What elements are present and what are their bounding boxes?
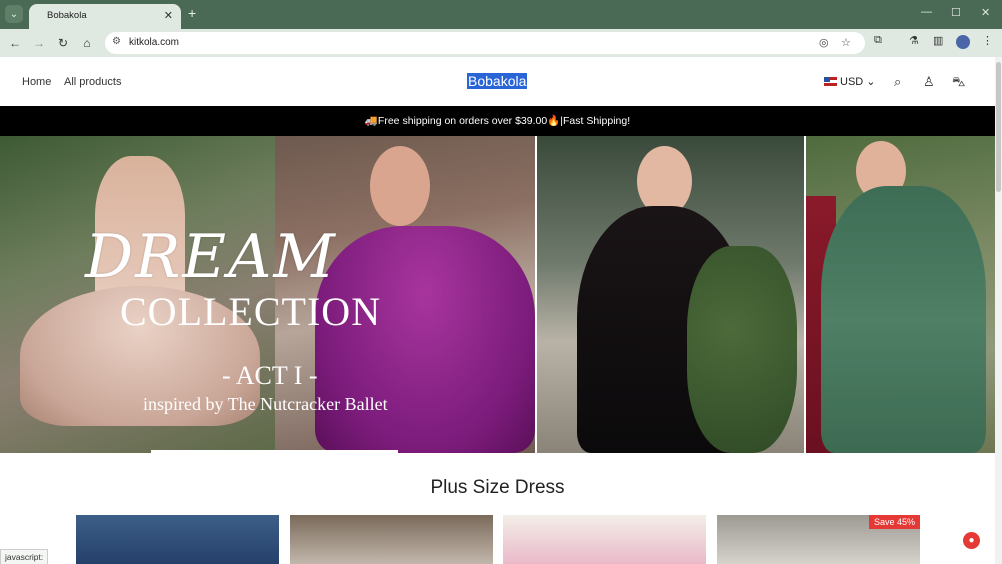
- home-icon[interactable]: ⌂: [78, 34, 96, 52]
- reload-icon[interactable]: ↻: [54, 34, 72, 52]
- announcement-bar[interactable]: 🚚Free shipping on orders over $39.00🔥|Fa…: [0, 106, 995, 136]
- page-scrollbar[interactable]: [995, 57, 1002, 564]
- site-info-icon[interactable]: ⚙: [112, 36, 121, 47]
- hero-photo-black-dress: [537, 136, 804, 453]
- url-text[interactable]: kitkola.com: [129, 37, 179, 48]
- close-icon[interactable]: ✕: [164, 9, 173, 22]
- hero-act-label: - ACT I -: [222, 361, 318, 390]
- profile-avatar[interactable]: [956, 35, 970, 49]
- cart-icon[interactable]: ⛍: [952, 74, 965, 92]
- eye-off-icon[interactable]: ◎: [819, 36, 829, 49]
- search-icon[interactable]: ⌕: [894, 74, 901, 90]
- minimize-icon[interactable]: —: [921, 6, 932, 18]
- extensions-icon[interactable]: ⧉: [874, 34, 882, 47]
- forward-icon[interactable]: →: [30, 34, 48, 52]
- hero-title: DREAM: [85, 222, 337, 292]
- product-card[interactable]: [503, 515, 706, 564]
- store-header: Home All products Bobakola USD ⌄ ⌕ ♙ ⛍: [0, 57, 995, 106]
- star-icon[interactable]: ☆: [841, 36, 851, 49]
- browser-tab[interactable]: Bobakola ✕: [29, 4, 181, 29]
- us-flag-icon: [824, 77, 837, 86]
- maximize-icon[interactable]: ☐: [951, 6, 961, 19]
- product-card[interactable]: Save 45%: [717, 515, 920, 564]
- status-bar: javascript:: [0, 549, 49, 564]
- hero-subtitle: inspired by The Nutcracker Ballet: [143, 394, 388, 414]
- tab-search-button[interactable]: ⌄: [5, 5, 23, 23]
- new-tab-icon[interactable]: +: [188, 5, 196, 21]
- window-close-icon[interactable]: ✕: [981, 6, 990, 19]
- tab-title: Bobakola: [47, 10, 87, 21]
- hero-banner[interactable]: DREAM COLLECTION - ACT I - inspired by T…: [0, 136, 995, 453]
- product-card[interactable]: [76, 515, 279, 564]
- product-card[interactable]: [290, 515, 493, 564]
- side-panel-icon[interactable]: ▥: [933, 34, 943, 47]
- store-logo[interactable]: Bobakola: [467, 73, 528, 89]
- hero-photo-green-dress: [806, 136, 995, 453]
- scrollbar-thumb[interactable]: [996, 62, 1001, 192]
- sale-badge: Save 45%: [868, 515, 920, 529]
- menu-icon[interactable]: ⋮: [982, 34, 993, 47]
- back-icon[interactable]: ←: [6, 34, 24, 52]
- hero-collection-label: COLLECTION: [120, 289, 382, 334]
- address-bar[interactable]: ⚙ kitkola.com ◎ ☆: [105, 32, 865, 54]
- browser-tab-strip: ⌄ Bobakola ✕ + — ☐ ✕: [0, 0, 1002, 29]
- chat-widget-icon[interactable]: ●: [963, 532, 980, 549]
- currency-selector[interactable]: USD ⌄: [824, 75, 875, 88]
- labs-icon[interactable]: ⚗: [909, 34, 919, 47]
- collection-title: Plus Size Dress: [430, 477, 565, 498]
- chevron-down-icon: ⌄: [866, 76, 876, 88]
- nav-home[interactable]: Home: [22, 76, 51, 88]
- browser-toolbar: ← → ↻ ⌂ ⚙ kitkola.com ◎ ☆ ⧉ ⚗ ▥ ⋮: [0, 29, 1002, 57]
- account-icon[interactable]: ♙: [923, 74, 935, 90]
- nav-all-products[interactable]: All products: [64, 76, 121, 88]
- hero-slide-indicator[interactable]: [151, 450, 398, 453]
- currency-label: USD: [840, 75, 864, 88]
